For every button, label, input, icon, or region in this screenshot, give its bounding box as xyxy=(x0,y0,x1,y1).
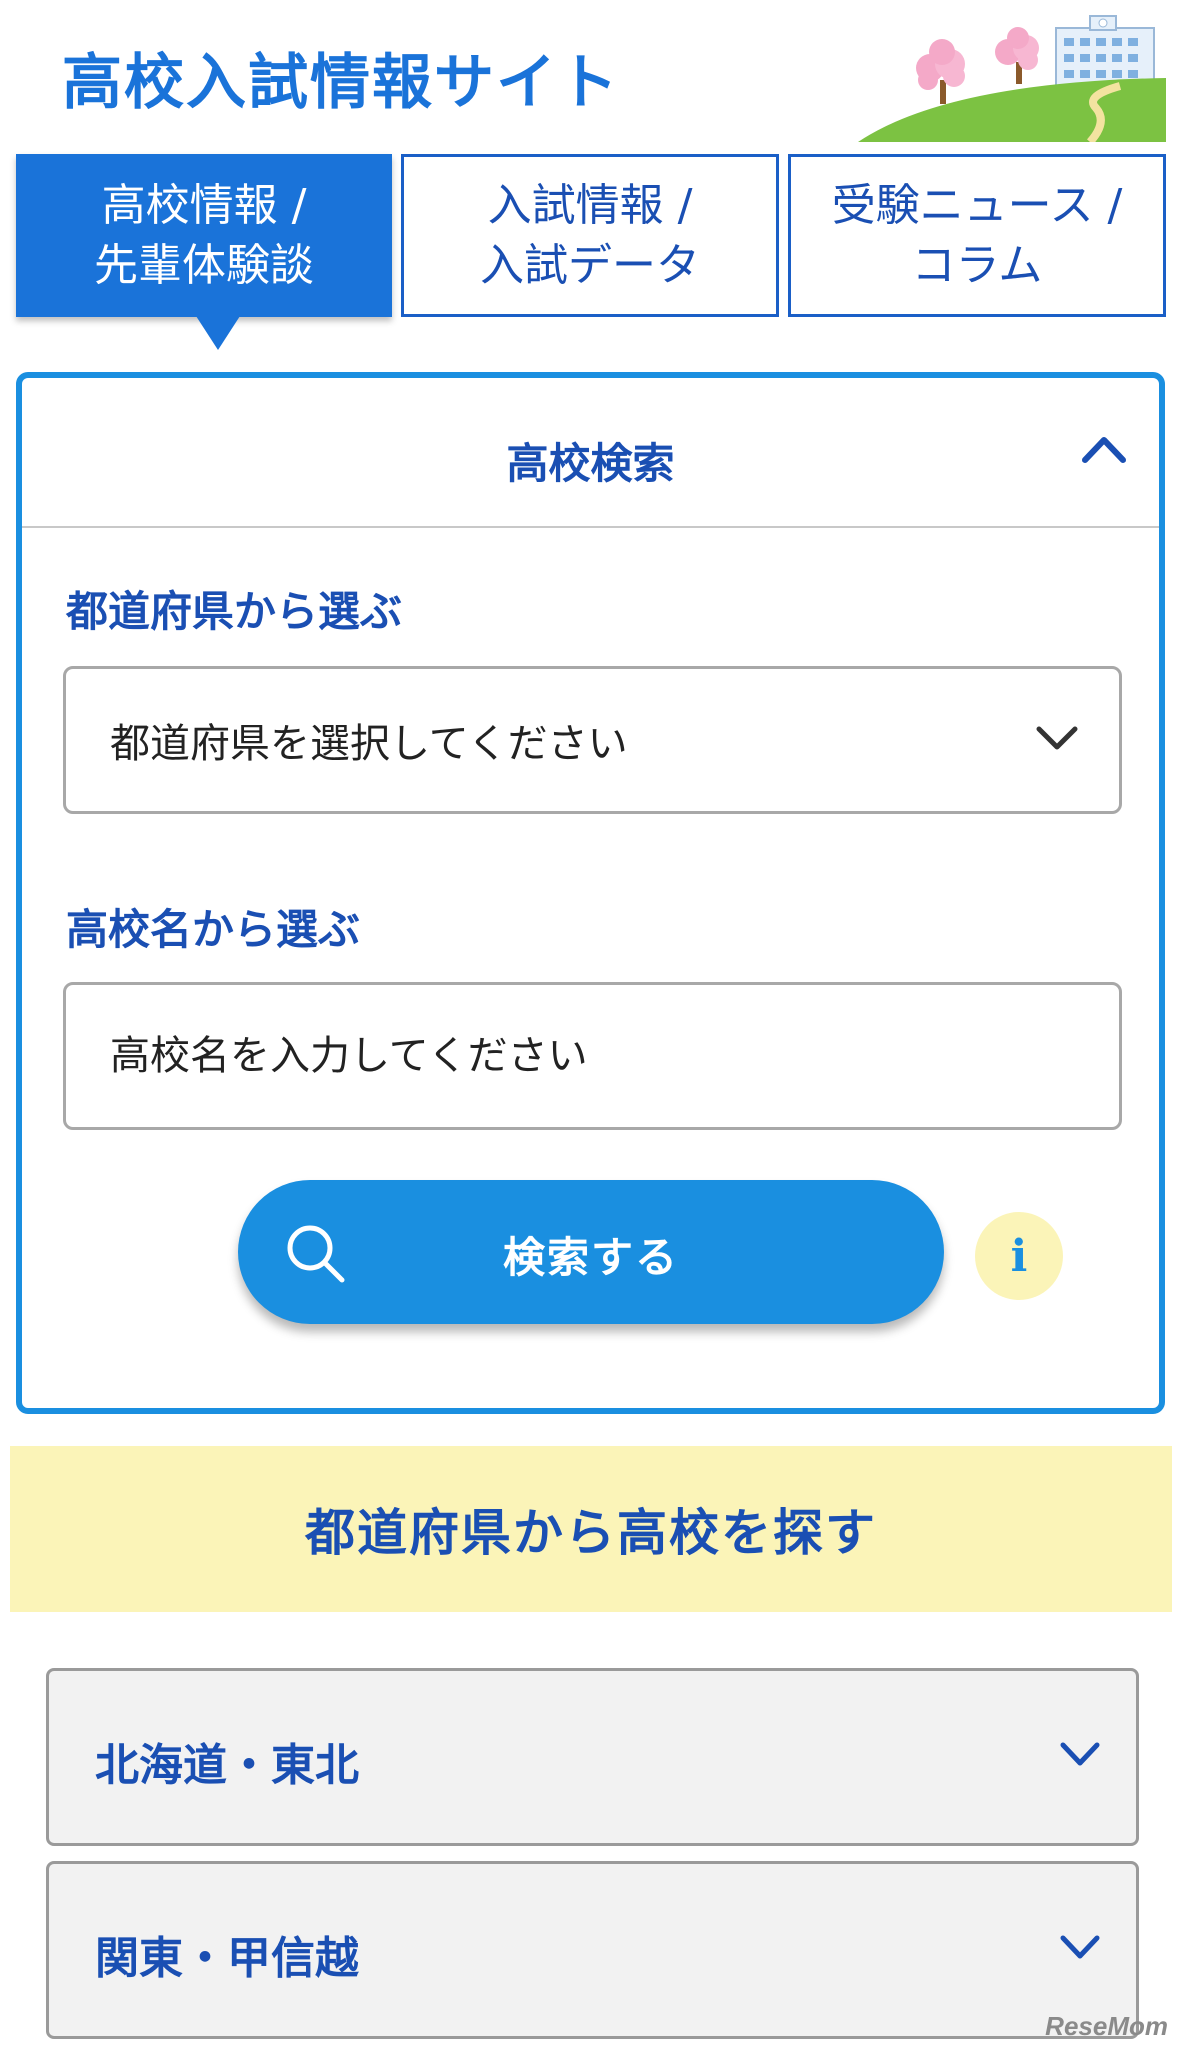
tab-label-line2: 入試データ xyxy=(480,239,700,291)
prefecture-select[interactable]: 都道府県を選択してください xyxy=(63,666,1122,814)
school-name-label: 高校名から選ぶ xyxy=(66,905,361,954)
region-accordion-hokkaido-tohoku[interactable]: 北海道・東北 xyxy=(46,1668,1139,1846)
site-header: 高校入試情報サイト xyxy=(0,0,1182,150)
school-illustration xyxy=(858,15,1166,142)
tab-label-line1: 高校情報 / xyxy=(101,179,307,231)
tab-exam-info[interactable]: 入試情報 / 入試データ xyxy=(401,154,779,317)
tab-label-line1: 入試情報 / xyxy=(487,179,693,231)
tab-label-line2: 先輩体験談 xyxy=(94,239,314,291)
main-tabs: 高校情報 / 先輩体験談 入試情報 / 入試データ 受験ニュース / コラム xyxy=(16,154,1166,317)
chevron-down-icon xyxy=(1036,726,1078,750)
chevron-up-icon[interactable] xyxy=(1079,428,1129,468)
region-label: 北海道・東北 xyxy=(95,1740,359,1791)
tab-school-info[interactable]: 高校情報 / 先輩体験談 xyxy=(16,154,392,317)
prefecture-section-banner: 都道府県から高校を探す xyxy=(10,1446,1172,1612)
site-title[interactable]: 高校入試情報サイト xyxy=(62,34,620,121)
region-accordion-kanto-koshinetsu[interactable]: 関東・甲信越 xyxy=(46,1861,1139,2039)
info-icon: i xyxy=(1010,1230,1028,1282)
panel-title: 高校検索 xyxy=(506,439,675,488)
search-button-label: 検索する xyxy=(502,1234,679,1281)
tab-label-line1: 受験ニュース / xyxy=(831,179,1123,231)
search-button[interactable]: 検索する xyxy=(238,1180,944,1324)
watermark-logo: ReseMom xyxy=(1045,2011,1168,2041)
tab-label-line2: コラム xyxy=(911,239,1043,291)
active-tab-pointer xyxy=(196,316,240,350)
tab-news-column[interactable]: 受験ニュース / コラム xyxy=(788,154,1166,317)
prefecture-section-title: 都道府県から高校を探す xyxy=(305,1504,877,1562)
prefecture-select-value: 都道府県を選択してください xyxy=(110,721,628,767)
panel-header[interactable]: 高校検索 xyxy=(22,378,1159,528)
chevron-down-icon xyxy=(1060,1935,1100,1959)
school-search-panel: 高校検索 都道府県から選ぶ 都道府県を選択してください 高校名から選ぶ 検索する… xyxy=(16,372,1165,1414)
chevron-down-icon xyxy=(1060,1742,1100,1766)
region-label: 関東・甲信越 xyxy=(95,1933,359,1984)
school-name-input[interactable] xyxy=(63,982,1122,1130)
prefecture-label: 都道府県から選ぶ xyxy=(66,587,403,636)
info-button[interactable]: i xyxy=(975,1212,1063,1300)
